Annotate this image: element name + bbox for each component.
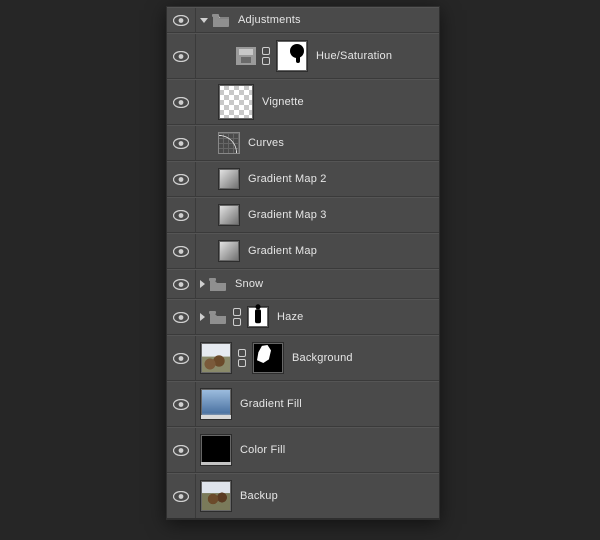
- visibility-toggle[interactable]: [167, 8, 196, 32]
- layer-label: Curves: [248, 137, 284, 149]
- layer-label: Color Fill: [240, 444, 285, 456]
- eye-icon: [173, 246, 189, 257]
- layer-mask-thumb[interactable]: [276, 40, 308, 72]
- visibility-toggle[interactable]: [167, 474, 196, 518]
- visibility-toggle[interactable]: [167, 382, 196, 426]
- visibility-toggle[interactable]: [167, 126, 196, 160]
- link-icon: [231, 308, 243, 326]
- layer-row-backup[interactable]: Backup: [167, 473, 439, 519]
- link-icon: [236, 349, 248, 367]
- eye-icon: [173, 174, 189, 185]
- folder-icon: [209, 311, 227, 324]
- layer-mask-thumb[interactable]: [252, 342, 284, 374]
- eye-icon: [173, 491, 189, 502]
- eye-icon: [173, 51, 189, 62]
- visibility-toggle[interactable]: [167, 234, 196, 268]
- layer-mask-thumb[interactable]: [247, 306, 269, 328]
- layer-row-color-fill[interactable]: Color Fill: [167, 427, 439, 473]
- disclosure-triangle-right-icon[interactable]: [200, 313, 205, 321]
- eye-icon: [173, 312, 189, 323]
- link-icon: [260, 47, 272, 65]
- layer-label: Background: [292, 352, 353, 364]
- disclosure-triangle-right-icon[interactable]: [200, 280, 205, 288]
- eye-icon: [173, 353, 189, 364]
- visibility-toggle[interactable]: [167, 34, 196, 78]
- layer-row-gradient-fill[interactable]: Gradient Fill: [167, 381, 439, 427]
- layer-label: Gradient Map 3: [248, 209, 327, 221]
- visibility-toggle[interactable]: [167, 80, 196, 124]
- visibility-toggle[interactable]: [167, 336, 196, 380]
- adjustment-layer-icon: [218, 204, 240, 226]
- folder-icon: [212, 14, 230, 27]
- layer-thumb[interactable]: [200, 388, 232, 420]
- layer-label: Vignette: [262, 96, 304, 108]
- folder-icon: [209, 278, 227, 291]
- visibility-toggle[interactable]: [167, 300, 196, 334]
- visibility-toggle[interactable]: [167, 198, 196, 232]
- layer-row-hue-saturation[interactable]: Hue/Saturation: [167, 33, 439, 79]
- layer-thumb[interactable]: [218, 84, 254, 120]
- layer-label: Gradient Map: [248, 245, 317, 257]
- layer-row-gradient-map-3[interactable]: Gradient Map 3: [167, 197, 439, 233]
- visibility-toggle[interactable]: [167, 270, 196, 298]
- layer-row-adjustments[interactable]: Adjustments: [167, 7, 439, 33]
- layer-label: Gradient Map 2: [248, 173, 327, 185]
- layer-row-snow[interactable]: Snow: [167, 269, 439, 299]
- disclosure-triangle-down-icon[interactable]: [200, 18, 208, 23]
- layer-row-vignette[interactable]: Vignette: [167, 79, 439, 125]
- layer-row-gradient-map[interactable]: Gradient Map: [167, 233, 439, 269]
- eye-icon: [173, 15, 189, 26]
- eye-icon: [173, 399, 189, 410]
- adjustment-layer-icon: [218, 240, 240, 262]
- layer-label: Haze: [277, 311, 303, 323]
- visibility-toggle[interactable]: [167, 162, 196, 196]
- curves-adjustment-icon: [218, 132, 240, 154]
- layer-label: Snow: [235, 278, 263, 290]
- layer-row-background[interactable]: Background: [167, 335, 439, 381]
- layer-row-curves[interactable]: Curves: [167, 125, 439, 161]
- eye-icon: [173, 138, 189, 149]
- eye-icon: [173, 97, 189, 108]
- eye-icon: [173, 445, 189, 456]
- layer-thumb[interactable]: [200, 342, 232, 374]
- layer-label: Gradient Fill: [240, 398, 302, 410]
- eye-icon: [173, 279, 189, 290]
- adjustment-layer-icon: [218, 168, 240, 190]
- layers-panel: Adjustments Hue/Saturation Vignette: [166, 6, 440, 520]
- layer-label: Adjustments: [238, 14, 301, 26]
- adjustment-layer-icon: [236, 47, 256, 65]
- eye-icon: [173, 210, 189, 221]
- layer-label: Hue/Saturation: [316, 50, 392, 62]
- visibility-toggle[interactable]: [167, 428, 196, 472]
- layer-label: Backup: [240, 490, 278, 502]
- layer-row-haze[interactable]: Haze: [167, 299, 439, 335]
- layer-thumb[interactable]: [200, 434, 232, 466]
- layer-row-gradient-map-2[interactable]: Gradient Map 2: [167, 161, 439, 197]
- layer-thumb[interactable]: [200, 480, 232, 512]
